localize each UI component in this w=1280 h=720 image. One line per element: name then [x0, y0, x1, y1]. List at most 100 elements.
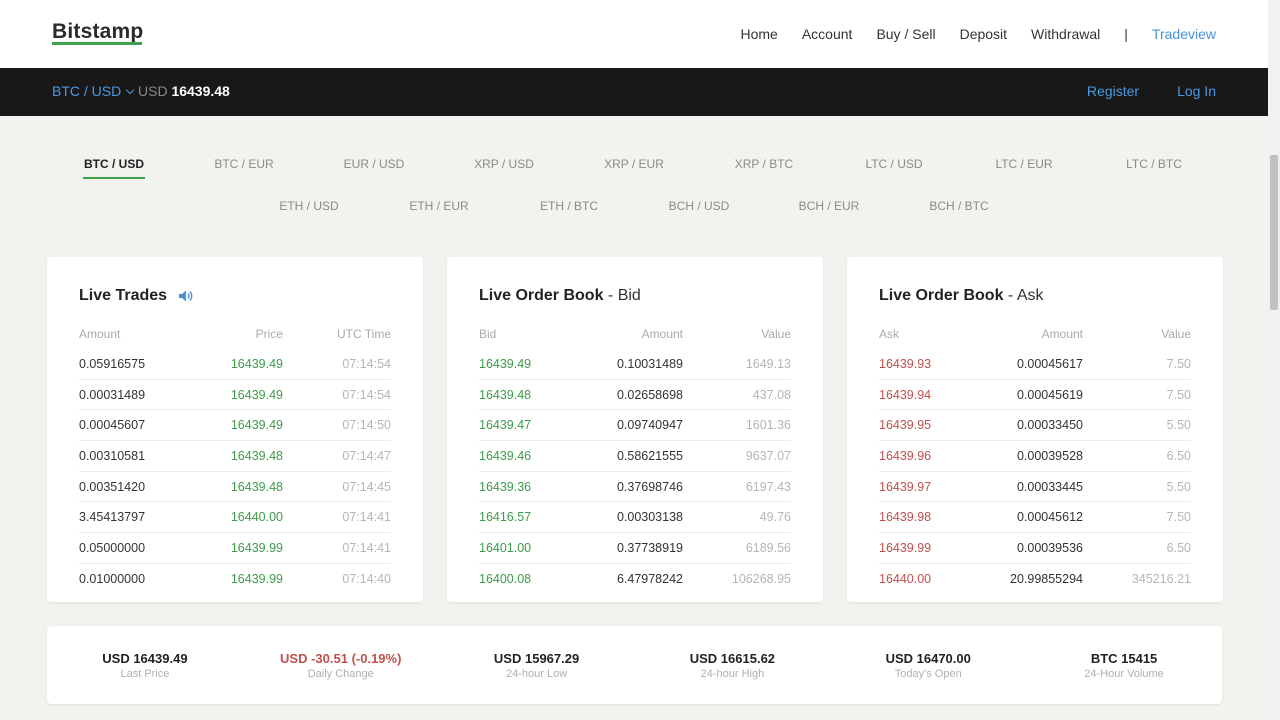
table-cell: 16439.47: [479, 418, 532, 433]
table-cell: 16440.00: [879, 572, 932, 587]
table-row: 16439.49 0.10031489 1649.13: [479, 349, 791, 380]
bid-title-sub: - Bid: [603, 287, 641, 304]
current-price: USD 16439.48: [138, 83, 230, 99]
nav-home[interactable]: Home: [740, 26, 777, 42]
register-link[interactable]: Register: [1087, 83, 1139, 99]
nav-tradeview[interactable]: Tradeview: [1152, 26, 1216, 42]
table-cell: 16400.08: [479, 572, 532, 587]
tab-bch-eur[interactable]: BCH / EUR: [764, 199, 894, 213]
table-cell: 0.58621555: [616, 448, 683, 463]
table-cell: 07:14:45: [342, 479, 391, 494]
tab-btc-usd[interactable]: BTC / USD: [49, 157, 179, 171]
table-row: 16416.57 0.00303138 49.76: [479, 502, 791, 534]
table-cell: 0.00033450: [1016, 418, 1083, 433]
table-cell: 16439.97: [879, 479, 932, 494]
table-cell: 16439.49: [230, 418, 283, 433]
table-cell: 1601.36: [745, 418, 791, 433]
col-value: Value: [761, 327, 791, 341]
live-trades-card: Live Trades Amount Price UTC Time 0.0591…: [47, 257, 423, 602]
table-row: 0.01000000 16439.99 07:14:40: [79, 564, 391, 595]
stat-value: USD -30.51 (-0.19%): [280, 651, 402, 666]
table-cell: 0.05916575: [79, 356, 146, 371]
table-row: 0.05916575 16439.49 07:14:54: [79, 349, 391, 380]
table-cell: 6.50: [1166, 448, 1191, 463]
tab-eth-eur[interactable]: ETH / EUR: [374, 199, 504, 213]
table-row: 16401.00 0.37738919 6189.56: [479, 533, 791, 564]
tab-eth-usd[interactable]: ETH / USD: [244, 199, 374, 213]
table-cell: 106268.95: [731, 572, 791, 587]
table-cell: 9637.07: [745, 448, 791, 463]
table-row: 16439.36 0.37698746 6197.43: [479, 472, 791, 503]
table-row: 16439.97 0.00033445 5.50: [879, 472, 1191, 503]
tab-xrp-eur[interactable]: XRP / EUR: [569, 157, 699, 171]
table-cell: 07:14:54: [342, 387, 391, 402]
nav-withdrawal[interactable]: Withdrawal: [1031, 26, 1100, 42]
pair-tabs-row-1: BTC / USD BTC / EUR EUR / USD XRP / USD …: [0, 157, 1268, 171]
chevron-down-icon: [125, 85, 135, 94]
table-cell: 07:14:40: [342, 572, 391, 587]
col-amount: Amount: [641, 327, 683, 341]
table-cell: 07:14:47: [342, 448, 391, 463]
table-cell: 0.00039528: [1016, 448, 1083, 463]
tab-ltc-eur[interactable]: LTC / EUR: [959, 157, 1089, 171]
table-row: 0.00310581 16439.48 07:14:47: [79, 441, 391, 472]
stat-24h-volume: BTC 15415 24-Hour Volume: [1026, 626, 1222, 704]
top-header: Bitstamp Home Account Buy / Sell Deposit…: [0, 0, 1268, 68]
col-time: UTC Time: [337, 327, 391, 341]
tab-eur-usd[interactable]: EUR / USD: [309, 157, 439, 171]
tab-btc-eur[interactable]: BTC / EUR: [179, 157, 309, 171]
table-cell: 20.99855294: [1010, 572, 1083, 587]
table-cell: 07:14:41: [342, 540, 391, 555]
table-cell: 16439.93: [879, 356, 932, 371]
pair-selector[interactable]: BTC / USD: [52, 83, 135, 99]
tab-bch-usd[interactable]: BCH / USD: [634, 199, 764, 213]
order-book-ask-card: Live Order Book - Ask Ask Amount Value 1…: [847, 257, 1223, 602]
col-amount: Amount: [79, 327, 121, 341]
ask-title-sub: - Ask: [1003, 287, 1044, 304]
login-link[interactable]: Log In: [1177, 83, 1216, 99]
tab-ltc-btc[interactable]: LTC / BTC: [1089, 157, 1219, 171]
table-row: 16439.46 0.58621555 9637.07: [479, 441, 791, 472]
trades-header: Amount Price UTC Time: [79, 327, 391, 341]
table-cell: 16439.49: [479, 356, 532, 371]
scrollbar-thumb[interactable]: [1270, 155, 1278, 310]
table-cell: 07:14:41: [342, 510, 391, 525]
table-cell: 07:14:50: [342, 418, 391, 433]
table-cell: 6.50: [1166, 540, 1191, 555]
table-cell: 0.37738919: [616, 540, 683, 555]
stat-label: Daily Change: [307, 668, 374, 680]
tab-xrp-usd[interactable]: XRP / USD: [439, 157, 569, 171]
table-row: 16439.98 0.00045612 7.50: [879, 502, 1191, 534]
nav-deposit[interactable]: Deposit: [960, 26, 1007, 42]
live-trades-title: Live Trades: [79, 287, 168, 304]
main-nav: Home Account Buy / Sell Deposit Withdraw…: [716, 26, 1216, 42]
tab-xrp-btc[interactable]: XRP / BTC: [699, 157, 829, 171]
speaker-icon[interactable]: [178, 289, 194, 308]
stat-value: USD 15967.29: [493, 651, 580, 666]
price-value: 16439.48: [171, 83, 230, 99]
tab-ltc-usd[interactable]: LTC / USD: [829, 157, 959, 171]
table-cell: 0.37698746: [616, 479, 683, 494]
table-cell: 16439.46: [479, 448, 532, 463]
table-row: 3.45413797 16440.00 07:14:41: [79, 502, 391, 534]
page-scrollbar[interactable]: [1268, 0, 1280, 720]
table-cell: 0.09740947: [616, 418, 683, 433]
table-row: 0.00351420 16439.48 07:14:45: [79, 472, 391, 503]
table-row: 16439.48 0.02658698 437.08: [479, 380, 791, 411]
tab-bch-btc[interactable]: BCH / BTC: [894, 199, 1024, 213]
table-cell: 16439.48: [230, 448, 283, 463]
table-cell: 3.45413797: [79, 510, 146, 525]
table-cell: 16439.48: [479, 387, 532, 402]
table-cell: 16439.99: [230, 540, 283, 555]
market-stats: USD 16439.49 Last Price USD -30.51 (-0.1…: [47, 626, 1222, 704]
tab-eth-btc[interactable]: ETH / BTC: [504, 199, 634, 213]
stat-label: 24-hour Low: [505, 668, 568, 680]
table-cell: 16439.36: [479, 479, 532, 494]
table-cell: 0.00039536: [1016, 540, 1083, 555]
nav-account[interactable]: Account: [802, 26, 853, 42]
nav-buy-sell[interactable]: Buy / Sell: [876, 26, 935, 42]
table-cell: 0.02658698: [616, 387, 683, 402]
table-cell: 16439.96: [879, 448, 932, 463]
logo[interactable]: Bitstamp: [52, 20, 143, 44]
table-row: 16439.99 0.00039536 6.50: [879, 533, 1191, 564]
